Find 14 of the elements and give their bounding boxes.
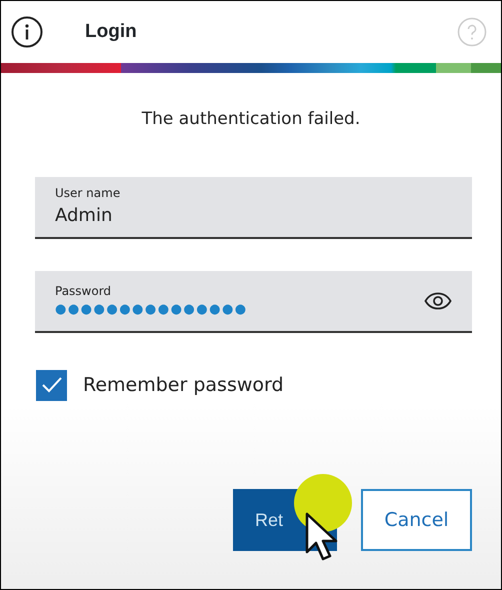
status-message: The authentication failed.	[140, 108, 362, 131]
username-field[interactable]: User name Admin	[35, 176, 472, 238]
field-value: Admin	[55, 204, 114, 228]
checkbox-label: Remember password	[83, 372, 284, 398]
field-label: Password	[55, 282, 112, 300]
field-label: User name	[55, 185, 122, 202]
cancel-button[interactable]: Cancel	[361, 489, 472, 551]
field-value: ●●●●●●●●●●●●●●●	[55, 300, 249, 319]
window-title: Login	[85, 20, 137, 44]
info-icon[interactable]	[11, 16, 43, 48]
password-field[interactable]: Password ●●●●●●●●●●●●●●●	[35, 270, 472, 332]
eye-icon[interactable]	[424, 292, 452, 310]
checkbox[interactable]	[36, 370, 67, 400]
check-icon	[40, 376, 62, 394]
